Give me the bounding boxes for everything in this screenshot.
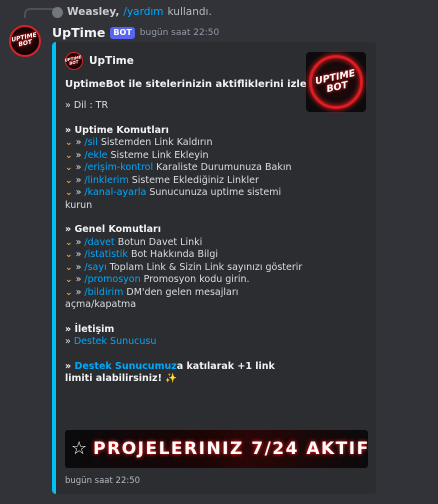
sparkles-icon: ✨ <box>165 373 178 384</box>
slash-command-link[interactable]: /yardım <box>123 6 163 18</box>
chevron-double-down-icon: ⌄ <box>65 275 73 285</box>
command-item: ⌄ » /sayı Toplam Link & Sizin Link sayın… <box>65 261 303 273</box>
chevron-double-down-icon: ⌄ <box>65 262 73 273</box>
star-outline-icon: ☆ <box>71 438 88 459</box>
replier-username[interactable]: Weasley, <box>67 6 119 18</box>
avatar-logo-text: UPTIME BOT <box>10 31 38 49</box>
command-link[interactable]: /linklerim <box>84 175 128 186</box>
replier-avatar <box>52 6 63 18</box>
bot-avatar[interactable]: UPTIME BOT <box>9 25 41 57</box>
embed-author-icon: UPTIME BOT <box>65 52 83 70</box>
message-header: UpTime BOT bugün saat 22:50 <box>52 25 219 40</box>
embed-footer-timestamp: bugün saat 22:50 <box>65 476 141 486</box>
embed-author-name: UpTime <box>89 55 134 67</box>
general-commands-header: » Genel Komutları <box>65 224 161 235</box>
command-item: ⌄ » /promosyon Promosyon kodu girin. <box>65 274 250 285</box>
embed-description: » Dil : TR » Uptime Komutları ⌄ » /sil S… <box>65 100 366 386</box>
message-timestamp: bugün saat 22:50 <box>139 27 220 38</box>
command-item: ⌄ » /linklerim Sisteme Eklediğiniz Linkl… <box>65 174 259 186</box>
reply-connector <box>24 8 54 18</box>
command-link[interactable]: /bildirim <box>84 287 123 298</box>
command-item: ⌄ » /ekle Sisteme Link Ekleyin <box>65 149 209 161</box>
command-item: ⌄ » /davet Botun Davet Linki <box>65 236 203 248</box>
chevron-double-down-icon: ⌄ <box>65 237 73 248</box>
command-link[interactable]: /istatistik <box>84 249 128 260</box>
contact-header: » İletişim <box>65 323 115 335</box>
author-name[interactable]: UpTime <box>52 25 105 40</box>
command-link[interactable]: /promosyon <box>84 274 140 285</box>
chevron-double-down-icon: ⌄ <box>65 287 73 298</box>
uptime-logo-icon: UPTIME BOT <box>309 55 363 109</box>
command-item: ⌄ » /istatistik Bot Hakkında Bilgi <box>65 249 218 260</box>
contact-line: » Destek Sunucusu <box>65 336 157 347</box>
reply-reference[interactable]: Weasley, /yardım kullandı. <box>52 6 212 18</box>
command-link[interactable]: /ekle <box>84 150 107 161</box>
embed-thumbnail[interactable]: UPTIME BOT <box>306 52 366 112</box>
command-link[interactable]: /sil <box>84 137 97 148</box>
chevron-double-down-icon: ⌄ <box>65 250 73 260</box>
command-link[interactable]: /erişim-kontrol <box>84 162 153 173</box>
command-item: ⌄ » /erişim-kontrol Karaliste Durumunuza… <box>65 162 292 173</box>
help-embed: UPTIME BOT UpTime UPTIME BOT UptimeBot il… <box>52 42 376 494</box>
reply-suffix: kullandı. <box>167 6 212 18</box>
chevron-double-down-icon: ⌄ <box>65 150 73 161</box>
chevron-double-down-icon: ⌄ <box>65 163 73 173</box>
chevron-double-down-icon: ⌄ <box>65 175 73 186</box>
chevron-double-down-icon: ⌄ <box>65 188 73 198</box>
banner-text: PROJELERINIZ 7/24 AKTIF <box>93 439 368 459</box>
command-link[interactable]: /kanal-ayarla <box>84 187 146 198</box>
command-item: ⌄ » /kanal-ayarla Sunucunuza uptime sist… <box>65 187 282 211</box>
command-link[interactable]: /sayı <box>84 262 106 273</box>
uptime-commands-header: » Uptime Komutları <box>65 124 169 136</box>
support-server-link[interactable]: Destek Sunucumuz <box>74 361 176 372</box>
command-item: ⌄ » /sil Sistemden Link Kaldırın <box>65 137 213 148</box>
command-link[interactable]: /davet <box>84 237 114 248</box>
chevron-double-down-icon: ⌄ <box>65 138 73 148</box>
command-item: ⌄ » /bildirim DM'den gelen mesajları açm… <box>65 286 239 311</box>
promo-line: » Destek Sunucumuza katılarak +1 link li… <box>65 360 275 385</box>
bot-badge: BOT <box>110 26 135 39</box>
support-server-link[interactable]: Destek Sunucusu <box>74 336 157 347</box>
embed-banner-image[interactable]: ☆ PROJELERINIZ 7/24 AKTIF <box>65 430 368 468</box>
